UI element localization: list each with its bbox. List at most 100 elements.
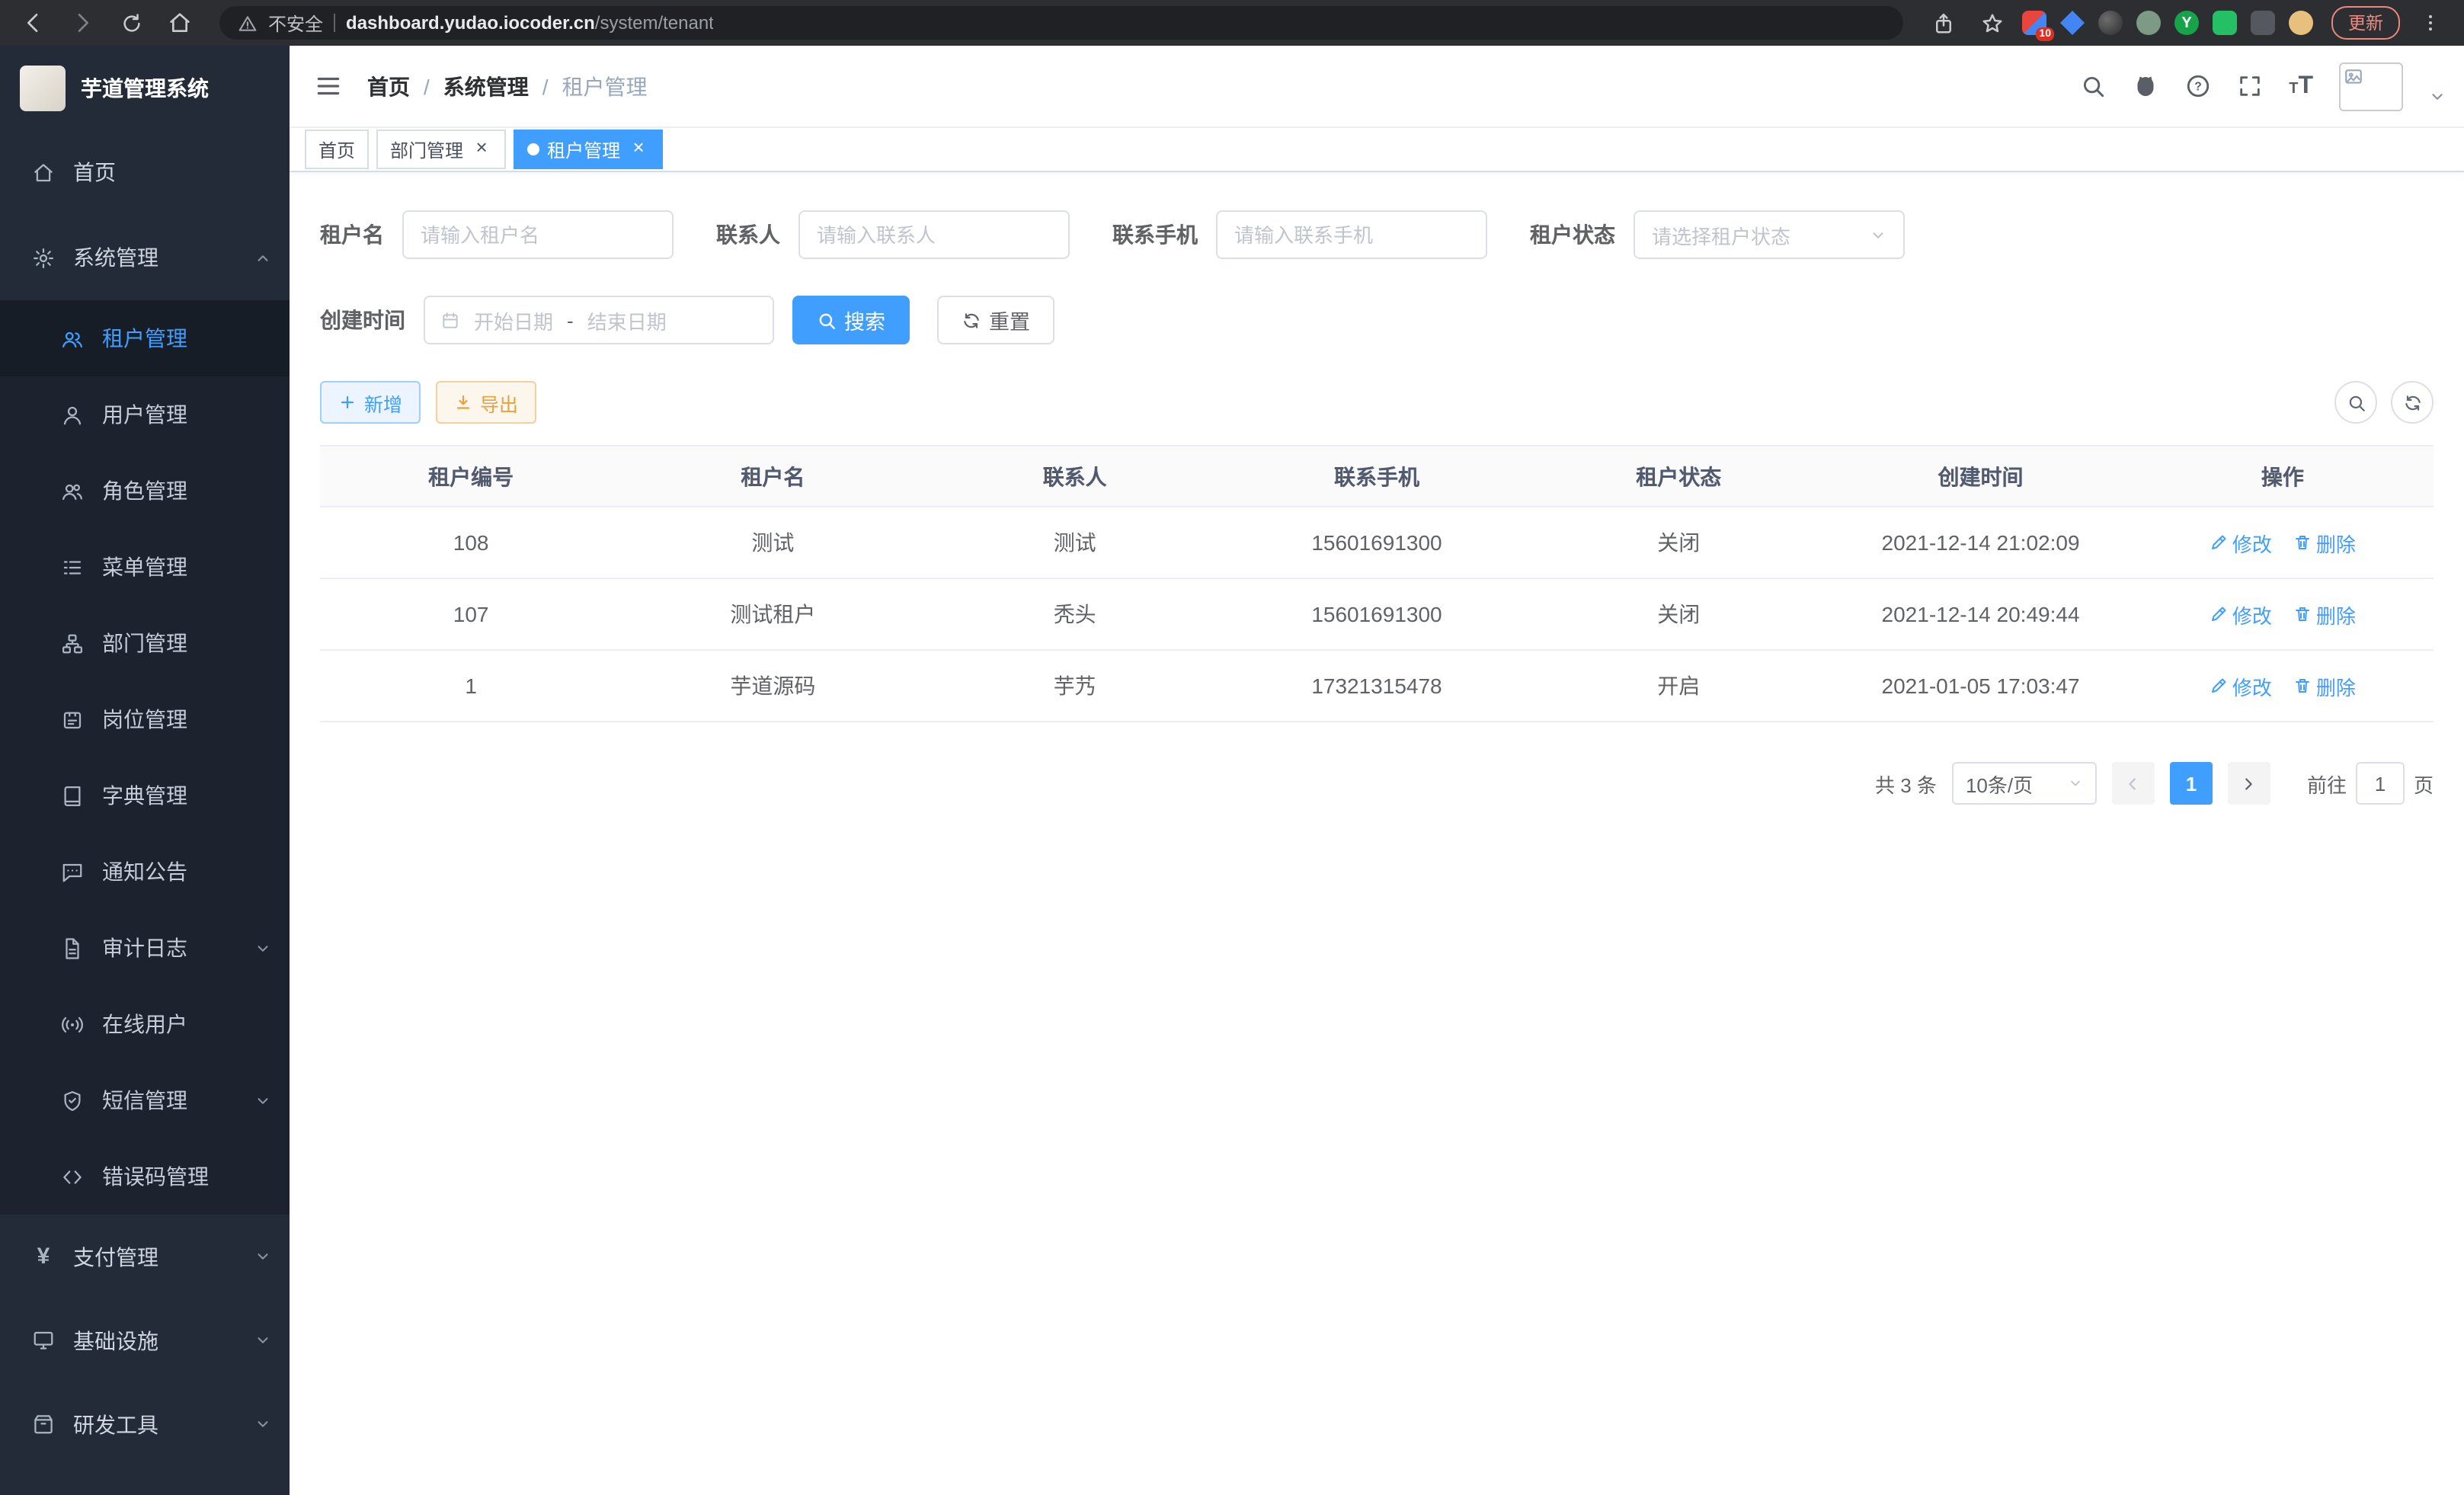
next-page-button[interactable] [2228,762,2270,805]
extension-icon-1[interactable]: 10 [2022,11,2046,35]
back-icon[interactable] [15,5,52,41]
contact-input[interactable] [798,210,1070,259]
sidebar-item-tenant[interactable]: 租户管理 [0,300,290,376]
date-range-picker[interactable]: 开始日期 - 结束日期 [424,296,774,344]
export-button[interactable]: 导出 [436,381,536,424]
filter-create-time: 创建时间 开始日期 - 结束日期 [320,296,774,344]
breadcrumb-system[interactable]: 系统管理 [443,71,529,101]
sidebar-item-label: 租户管理 [102,323,187,354]
tab-dept[interactable]: 部门管理 × [376,130,506,169]
sidebar-item-system[interactable]: 系统管理 [0,215,290,300]
sidebar-item-home[interactable]: 首页 [0,130,290,215]
table-toolbar: 新增 导出 [320,381,2434,424]
field-label: 租户状态 [1530,219,1615,250]
close-icon[interactable]: × [471,139,492,160]
sidebar-item-notice[interactable]: 通知公告 [0,834,290,910]
app-root: 芋道管理系统 首页 系统管理 租户管理 [0,46,2464,1495]
document-icon [61,936,84,959]
goto-page-input[interactable] [2356,762,2405,805]
forward-icon[interactable] [64,5,101,41]
sidebar-item-post[interactable]: 岗位管理 [0,681,290,757]
github-icon[interactable] [2132,72,2159,100]
sidebar-item-online-user[interactable]: 在线用户 [0,986,290,1062]
security-label[interactable]: 不安全 [268,10,323,36]
edit-link[interactable]: 修改 [2210,600,2272,629]
tab-label: 部门管理 [390,136,463,162]
sidebar-item-role[interactable]: 角色管理 [0,453,290,529]
home-icon[interactable] [162,5,198,41]
breadcrumb-current: 租户管理 [562,71,648,101]
tab-home[interactable]: 首页 [305,130,369,169]
share-icon[interactable] [1925,5,1961,41]
tenant-name-input[interactable] [402,210,674,259]
toolbox-icon [32,1413,55,1436]
filter-row-1: 租户名 联系人 联系手机 租户状态 请选择租户状态 [320,210,2434,259]
filter-phone: 联系手机 [1112,210,1487,259]
add-button[interactable]: 新增 [320,381,421,424]
fold-sidebar-icon[interactable] [290,72,367,101]
search-button[interactable]: 搜索 [792,296,910,344]
page-number-button[interactable]: 1 [2170,762,2213,805]
help-icon[interactable]: ? [2185,73,2211,99]
pinned-extension-icon[interactable] [2251,11,2275,35]
refresh-button[interactable] [2391,381,2434,424]
sidebar-item-payment[interactable]: ¥ 支付管理 [0,1215,290,1298]
toggle-search-button[interactable] [2334,381,2377,424]
sidebar-item-user[interactable]: 用户管理 [0,376,290,453]
extension-icon-5[interactable]: Y [2174,11,2199,35]
bookmark-star-icon[interactable] [1973,5,2010,41]
sidebar-item-label: 基础设施 [73,1325,158,1356]
table-row: 108 测试 测试 15601691300 关闭 2021-12-14 21:0… [320,507,2434,578]
header-status: 租户状态 [1528,446,1829,507]
sidebar-item-error-code[interactable]: 错误码管理 [0,1138,290,1215]
browser-menu-icon[interactable] [2412,5,2449,41]
address-bar[interactable]: 不安全 dashboard.yudao.iocoder.cn/system/te… [219,6,1903,40]
ops-cell: 修改删除 [2132,650,2434,722]
delete-link[interactable]: 删除 [2293,600,2356,629]
contact-cell: 测试 [924,507,1226,578]
sidebar-item-dept[interactable]: 部门管理 [0,605,290,681]
user-avatar[interactable] [2339,62,2403,110]
user-icon [61,403,84,426]
fullscreen-icon[interactable] [2237,73,2263,99]
sidebar-item-label: 系统管理 [73,242,158,273]
pagination: 共 3 条 10条/页 1 前往 页 [320,762,2434,805]
sidebar-item-sms[interactable]: 短信管理 [0,1062,290,1138]
date-start-placeholder: 开始日期 [474,306,553,335]
edit-link[interactable]: 修改 [2210,671,2272,700]
field-label: 租户名 [320,219,384,250]
extension-icon-4[interactable] [2136,11,2161,35]
edit-link[interactable]: 修改 [2210,528,2272,557]
browser-update-button[interactable]: 更新 [2331,6,2400,40]
tab-tenant[interactable]: 租户管理× [514,130,663,169]
phone-input[interactable] [1216,210,1487,259]
status-select[interactable]: 请选择租户状态 [1634,210,1905,259]
sidebar-item-infra[interactable]: 基础设施 [0,1298,290,1382]
profile-avatar-icon[interactable] [2289,11,2313,35]
extension-icon-6[interactable] [2213,11,2237,35]
sidebar-item-audit-log[interactable]: 审计日志 [0,910,290,986]
prev-page-button[interactable] [2112,762,2155,805]
tenant-id-cell: 1 [320,650,622,722]
chevron-down-icon [254,1248,271,1265]
font-size-icon[interactable]: TT [2289,72,2313,100]
breadcrumb-home[interactable]: 首页 [367,71,410,101]
phone-cell: 15601691300 [1226,578,1528,650]
extension-icon-2[interactable] [2060,11,2085,35]
page-size-select[interactable]: 10条/页 [1952,762,2097,805]
chevron-down-icon [254,940,271,956]
sidebar-item-menu[interactable]: 菜单管理 [0,529,290,605]
sidebar-item-dict[interactable]: 字典管理 [0,757,290,834]
sidebar-item-devtools[interactable]: 研发工具 [0,1382,290,1466]
close-icon[interactable]: × [628,139,649,160]
sidebar-item-label: 研发工具 [73,1409,158,1439]
caret-down-icon[interactable] [2429,88,2446,104]
search-icon[interactable] [2080,73,2106,99]
delete-link[interactable]: 删除 [2293,528,2356,557]
chevron-down-icon [254,1332,271,1349]
extension-icon-3[interactable] [2098,11,2123,35]
phone-cell: 15601691300 [1226,507,1528,578]
reset-button[interactable]: 重置 [937,296,1054,344]
reload-icon[interactable] [113,5,149,41]
delete-link[interactable]: 删除 [2293,671,2356,700]
